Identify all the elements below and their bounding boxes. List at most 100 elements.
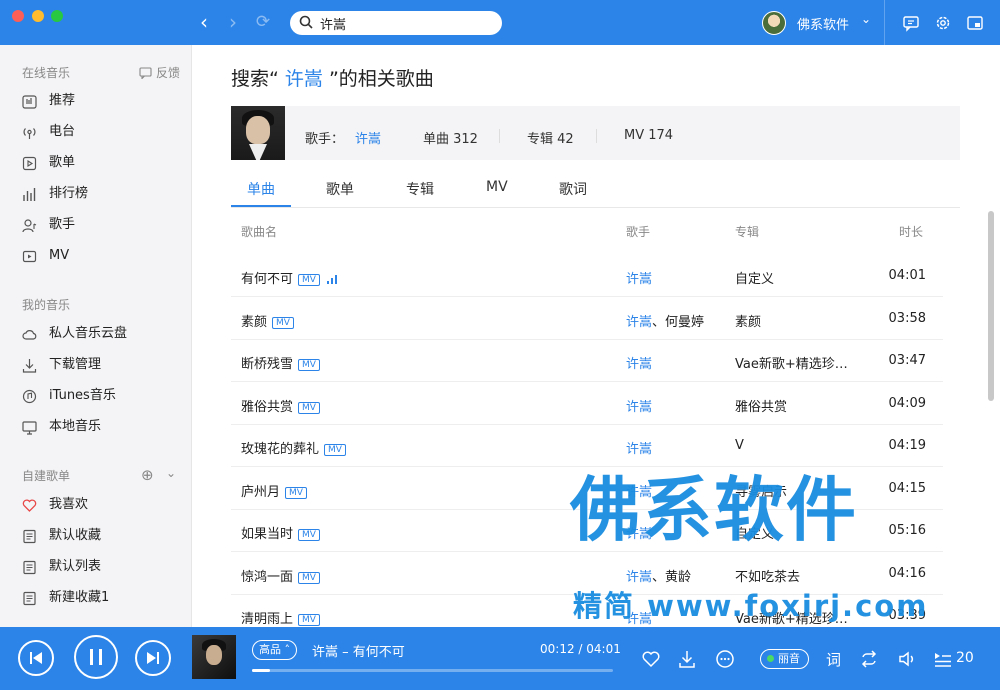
song-title-cell[interactable]: 清明雨上 MV: [241, 608, 320, 627]
song-row[interactable]: 有何不可 MV 许嵩 自定义 04:01: [231, 255, 943, 297]
song-title[interactable]: 雅俗共赏: [241, 400, 293, 415]
song-title-cell[interactable]: 素颜 MV: [241, 311, 294, 330]
mv-badge[interactable]: MV: [298, 614, 320, 626]
song-album[interactable]: 素颜: [735, 311, 761, 330]
repeat-icon[interactable]: [859, 649, 879, 669]
song-title[interactable]: 清明雨上: [241, 612, 293, 627]
heart-icon[interactable]: [641, 649, 661, 669]
sidebar-item-favorites[interactable]: 我喜欢: [22, 493, 182, 517]
song-artist-link[interactable]: 许嵩: [626, 442, 652, 457]
song-title[interactable]: 惊鸿一面: [241, 570, 293, 585]
song-row[interactable]: 素颜 MV 许嵩、何曼婷 素颜 03:58: [231, 298, 943, 340]
song-title[interactable]: 有何不可: [241, 272, 293, 287]
song-album[interactable]: 雅俗共赏: [735, 396, 787, 415]
tab-lyrics[interactable]: 歌词: [559, 179, 587, 199]
pause-button[interactable]: [74, 635, 118, 679]
sidebar-item-default-collection[interactable]: 默认收藏: [22, 524, 182, 548]
mv-badge[interactable]: MV: [285, 486, 307, 499]
song-title[interactable]: 断桥残雪: [241, 357, 293, 372]
mv-badge[interactable]: MV: [298, 359, 320, 371]
song-title[interactable]: 玫瑰花的葬礼: [241, 442, 319, 457]
sidebar-item-local-music[interactable]: 本地音乐: [22, 415, 182, 439]
mv-badge[interactable]: MV: [298, 274, 320, 286]
column-header-artist[interactable]: 歌手: [626, 223, 650, 240]
artist-photo[interactable]: [231, 106, 285, 160]
mv-badge[interactable]: MV: [298, 529, 320, 541]
search-input[interactable]: [320, 14, 490, 32]
song-artist-link[interactable]: 许嵩: [626, 357, 652, 372]
song-title-cell[interactable]: 断桥残雪 MV: [241, 353, 320, 372]
gear-icon[interactable]: [934, 14, 952, 32]
next-button[interactable]: [135, 640, 171, 676]
song-title[interactable]: 素颜: [241, 315, 267, 330]
user-name[interactable]: 佛系软件: [797, 14, 849, 33]
sound-effect-toggle[interactable]: 丽音: [760, 649, 809, 669]
tab-songs[interactable]: 单曲: [247, 179, 275, 199]
artist-name-link[interactable]: 许嵩: [355, 128, 381, 147]
tab-playlists[interactable]: 歌单: [326, 179, 354, 199]
column-header-song[interactable]: 歌曲名: [241, 223, 277, 240]
lyrics-icon[interactable]: 词: [824, 649, 844, 669]
artist-song-count[interactable]: 单曲 312: [423, 128, 478, 147]
chevron-down-icon[interactable]: ⌄: [861, 12, 871, 26]
column-header-duration[interactable]: 时长: [899, 223, 923, 240]
song-title-cell[interactable]: 玫瑰花的葬礼 MV: [241, 438, 346, 457]
mv-badge[interactable]: MV: [324, 444, 346, 456]
song-row[interactable]: 断桥残雪 MV 许嵩 Vae新歌+精选珍… 03:47: [231, 340, 943, 382]
song-row[interactable]: 雅俗共赏 MV 许嵩 雅俗共赏 04:09: [231, 383, 943, 425]
song-artist-featured[interactable]: 、何曼婷: [652, 315, 704, 330]
now-playing-title[interactable]: 许嵩 – 有何不可: [312, 641, 405, 660]
sidebar-item-default-list[interactable]: 默认列表: [22, 555, 182, 579]
back-icon[interactable]: ‹: [193, 11, 215, 33]
search-box[interactable]: [290, 11, 502, 35]
mini-player-icon[interactable]: [966, 14, 984, 32]
sidebar-item-itunes[interactable]: iTunes音乐: [22, 384, 182, 408]
zoom-window-button[interactable]: [51, 10, 63, 22]
quality-selector[interactable]: 高品 ˄: [252, 640, 297, 660]
sidebar-item-charts[interactable]: 排行榜: [22, 182, 182, 206]
song-album[interactable]: Vae新歌+精选珍…: [735, 353, 848, 372]
volume-icon[interactable]: [897, 649, 917, 669]
song-title-cell[interactable]: 庐州月 MV: [241, 481, 307, 500]
add-playlist-icon[interactable]: ⊕: [141, 466, 154, 484]
tab-albums[interactable]: 专辑: [406, 179, 434, 199]
playlist-queue-icon[interactable]: [933, 649, 953, 669]
artist-card[interactable]: 歌手： 许嵩 单曲 312 专辑 42 MV 174: [231, 106, 960, 160]
now-playing-cover[interactable]: [192, 635, 236, 679]
column-header-album[interactable]: 专辑: [735, 223, 759, 240]
sidebar-item-singers[interactable]: 歌手: [22, 213, 182, 237]
scrollbar-thumb[interactable]: [988, 211, 994, 401]
song-album[interactable]: 自定义: [735, 268, 774, 287]
feedback-button[interactable]: 反馈: [139, 64, 180, 81]
sidebar-item-radio[interactable]: 电台: [22, 120, 182, 144]
download-icon[interactable]: [677, 649, 697, 669]
song-row[interactable]: 玫瑰花的葬礼 MV 许嵩 V 04:19: [231, 425, 943, 467]
previous-button[interactable]: [18, 640, 54, 676]
close-window-button[interactable]: [12, 10, 24, 22]
message-icon[interactable]: [902, 14, 920, 32]
refresh-icon[interactable]: ⟳: [252, 11, 274, 33]
artist-album-count[interactable]: 专辑 42: [527, 128, 574, 147]
song-title-cell[interactable]: 惊鸿一面 MV: [241, 566, 320, 585]
more-icon[interactable]: [715, 649, 735, 669]
tab-mv[interactable]: MV: [486, 179, 508, 195]
song-title-cell[interactable]: 如果当时 MV: [241, 523, 320, 542]
chevron-down-icon[interactable]: ⌄: [166, 466, 176, 480]
sidebar-item-mv[interactable]: MV: [22, 244, 182, 268]
mv-badge[interactable]: MV: [272, 316, 294, 329]
song-album[interactable]: 不如吃茶去: [735, 566, 800, 585]
song-title-cell[interactable]: 有何不可 MV: [241, 268, 337, 287]
mv-badge[interactable]: MV: [298, 571, 320, 584]
sidebar-item-cloud-disk[interactable]: 私人音乐云盘: [22, 322, 182, 346]
sidebar-item-playlists[interactable]: 歌单: [22, 151, 182, 175]
song-album[interactable]: V: [735, 438, 744, 453]
forward-icon[interactable]: ›: [222, 11, 244, 33]
sidebar-item-new-collection[interactable]: 新建收藏1: [22, 586, 182, 610]
song-title-cell[interactable]: 雅俗共赏 MV: [241, 396, 320, 415]
user-avatar[interactable]: [762, 11, 786, 35]
minimize-window-button[interactable]: [32, 10, 44, 22]
song-artist-link[interactable]: 许嵩: [626, 315, 652, 330]
progress-bar[interactable]: [252, 669, 613, 672]
mv-badge[interactable]: MV: [298, 401, 320, 414]
song-title[interactable]: 庐州月: [241, 485, 280, 500]
